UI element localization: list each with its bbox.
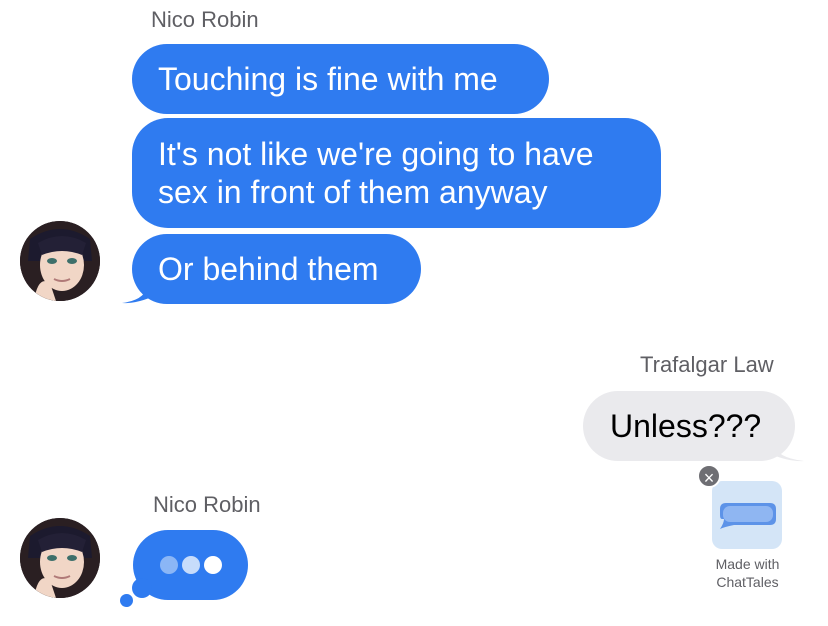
sender-name-trafalgar-law: Trafalgar Law — [640, 352, 774, 377]
message-text: Or behind them — [158, 251, 379, 287]
sender-name-nico-robin: Nico Robin — [153, 492, 261, 517]
message-bubble[interactable]: It's not like we're going to have sex in… — [132, 118, 661, 228]
typing-tail-large — [132, 578, 152, 598]
avatar[interactable] — [20, 221, 100, 301]
message-text: Touching is fine with me — [158, 61, 498, 97]
typing-dot — [182, 556, 200, 574]
chat-bubble-icon — [720, 503, 776, 529]
typing-tail-small — [120, 594, 133, 607]
message-bubble[interactable]: Or behind them — [132, 234, 421, 304]
avatar-portrait-icon — [20, 518, 100, 598]
badge-text-line1: Made with — [715, 556, 780, 572]
message-text-line: It's not like we're going to have — [158, 136, 594, 172]
sender-name-nico-robin: Nico Robin — [151, 7, 259, 32]
message-bubble[interactable]: Touching is fine with me — [132, 44, 549, 114]
typing-dot — [204, 556, 222, 574]
avatar[interactable] — [20, 518, 100, 598]
badge-text-line2: ChatTales — [716, 574, 779, 590]
avatar-portrait-icon — [20, 221, 100, 301]
message-text: Unless??? — [610, 408, 762, 444]
chattales-badge[interactable] — [712, 481, 782, 549]
message-bubble[interactable]: Unless??? — [583, 391, 795, 461]
close-icon[interactable]: × — [697, 464, 721, 488]
typing-dot — [160, 556, 178, 574]
message-text-line: sex in front of them anyway — [158, 174, 548, 210]
